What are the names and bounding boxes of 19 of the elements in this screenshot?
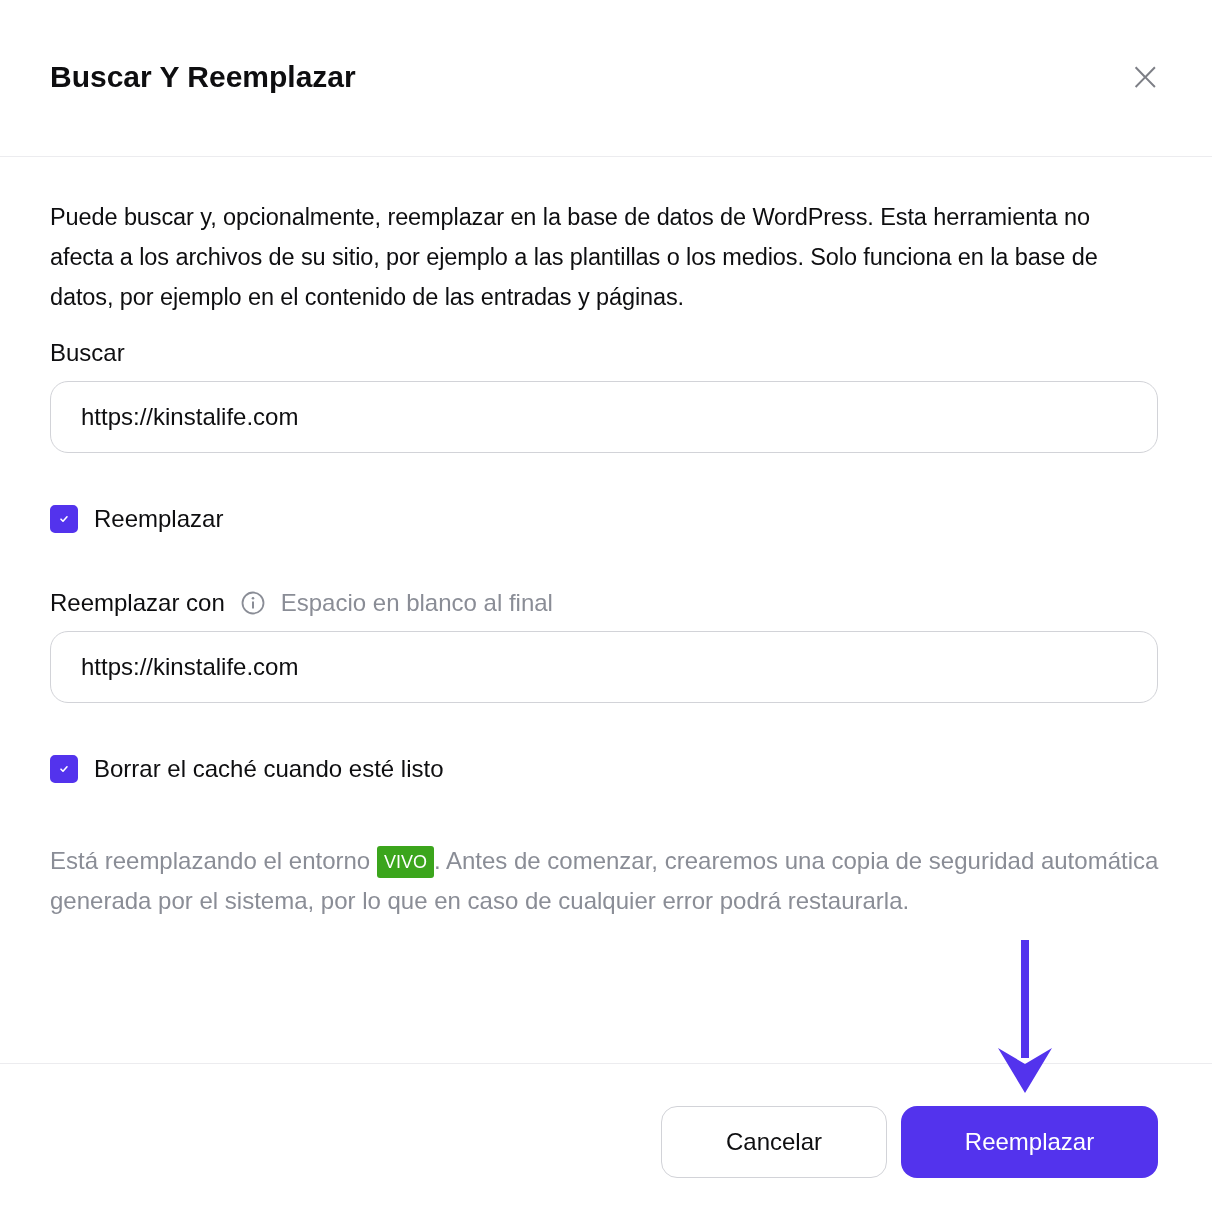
check-icon <box>58 763 70 775</box>
checkbox-label: Reemplazar <box>94 505 224 533</box>
replace-button[interactable]: Reemplazar <box>901 1106 1158 1178</box>
info-icon[interactable] <box>240 591 265 615</box>
cancel-button[interactable]: Cancelar <box>661 1106 887 1178</box>
replace-field[interactable]: https://kinstalife.com <box>50 631 1158 703</box>
check-icon <box>58 513 70 525</box>
environment-badge: VIVO <box>376 846 434 878</box>
checkbox[interactable] <box>50 755 78 783</box>
field-label: Buscar <box>50 339 125 367</box>
checkbox[interactable] <box>50 505 78 533</box>
field-label: Reemplazar con <box>50 589 225 617</box>
dialog-title: Buscar Y Reemplazar <box>50 60 356 95</box>
hint-text: Espacio en blanco al final <box>280 589 553 617</box>
close-button[interactable]: × <box>1128 56 1162 100</box>
note-text: Está reemplazando el entorno VIVO . Antes de comenzar, crearemos una copia de seguridad automática generada por el sistema, por lo que en caso de cualquier error podrá restaurarla. <box>50 845 1160 916</box>
checkbox-label: Borrar el caché cuando esté listo <box>94 755 444 783</box>
description-text: Puede buscar y, opcionalmente, reemplazar en la base de datos de WordPress. Esta herramienta no afecta a los archivos de su sitio, por ejemplo a las plantillas o los medios. Solo funciona en la base de datos, por ejemplo en el contenido de las entradas y páginas. <box>50 203 1099 312</box>
search-field[interactable]: https://kinstalife.com <box>50 381 1158 453</box>
